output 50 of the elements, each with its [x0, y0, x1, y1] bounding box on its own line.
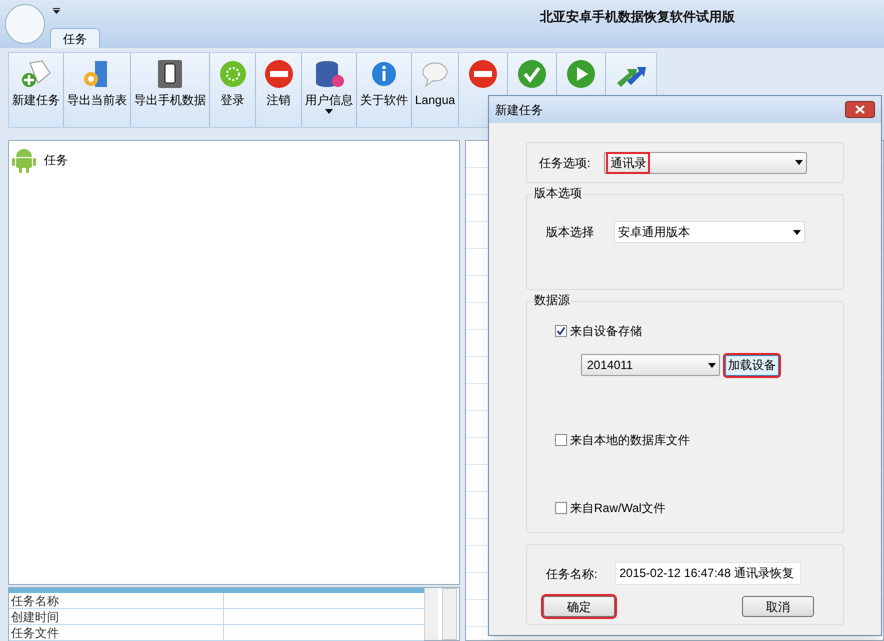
dropdown-select[interactable]: 安卓通用版本	[614, 221, 805, 243]
group-title: 数据源	[533, 293, 571, 307]
toolbar-button[interactable]: 导出手机数据	[131, 53, 210, 127]
checkbox-label: 来自本地的数据库文件	[570, 432, 690, 449]
field-label: 任务选项:	[539, 154, 590, 172]
ribbon-tab[interactable]: 任务	[50, 28, 100, 48]
toolbar-button[interactable]: Langua	[412, 53, 460, 127]
dropdown-select[interactable]: 2014011	[581, 354, 720, 376]
database-heart-icon	[313, 59, 345, 89]
window-title: 北亚安卓手机数据恢复软件试用版	[540, 8, 735, 26]
info-icon	[369, 59, 399, 89]
play-icon	[566, 59, 596, 89]
field-label: 版本选择	[546, 224, 594, 241]
property-name: 任务文件	[9, 625, 224, 640]
toolbar-button[interactable]: 导出当前表	[64, 53, 131, 127]
checkmark-icon	[517, 59, 548, 89]
property-name: 任务名称	[9, 593, 224, 608]
login-icon	[218, 59, 248, 89]
checkbox-label: 来自设备存储	[570, 323, 642, 340]
toolbar-button[interactable]: 关于软件	[357, 53, 412, 127]
field-label: 任务名称:	[546, 566, 598, 582]
minus-circle-icon	[264, 59, 294, 89]
scrollbar[interactable]	[424, 588, 438, 640]
close-button[interactable]	[845, 101, 875, 118]
close-icon	[855, 105, 865, 114]
minus-circle-icon	[468, 59, 498, 89]
dialog-title: 新建任务	[495, 102, 543, 118]
toolbar-button[interactable]: 登录	[210, 53, 256, 127]
new-document-icon	[20, 59, 52, 89]
checkbox-label: 来自Raw/Wal文件	[570, 500, 666, 517]
checkbox[interactable]	[555, 502, 567, 514]
tree-item[interactable]: 任务	[44, 151, 68, 169]
toolbar-button[interactable]: 注销	[256, 53, 302, 127]
load-device-button[interactable]: 加载设备	[725, 354, 779, 376]
caret-icon[interactable]	[53, 8, 60, 14]
property-name: 创建时间	[9, 609, 224, 624]
toolbar-button[interactable]: 用户信息	[302, 53, 357, 127]
checkbox[interactable]	[555, 434, 567, 446]
dialog-button[interactable]: 取消	[742, 596, 814, 617]
dropdown-select[interactable]: 通讯录	[604, 152, 808, 174]
caret-icon	[795, 160, 804, 165]
group-title: 版本选项	[533, 186, 583, 200]
toolbar-button[interactable]: 新建任务	[9, 53, 64, 127]
task-name-field[interactable]: 2015-02-12 16:47:48 通讯录恢复	[615, 562, 802, 585]
checkbox[interactable]	[555, 325, 567, 337]
dialog-button[interactable]: 确定	[543, 596, 615, 617]
caret-icon	[793, 230, 801, 234]
android-icon	[12, 147, 36, 173]
caret-icon	[708, 362, 716, 368]
scrollbar[interactable]	[442, 588, 457, 640]
